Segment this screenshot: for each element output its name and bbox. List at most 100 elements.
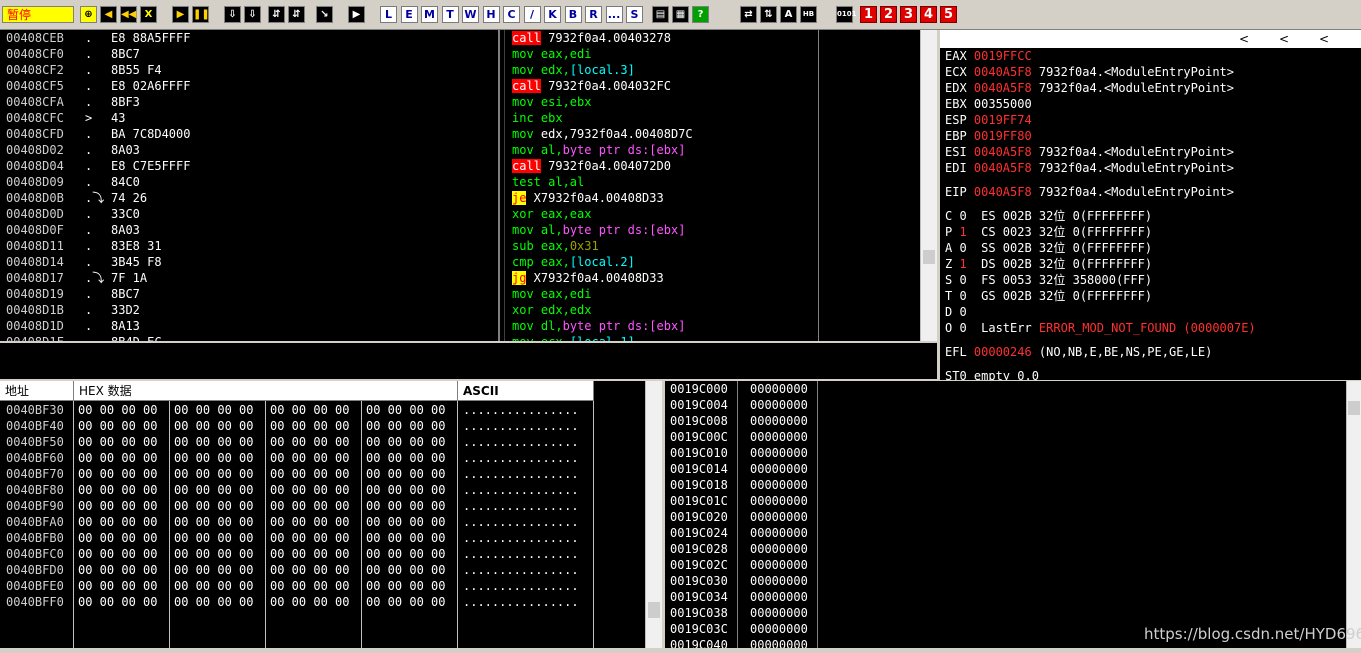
number-button[interactable]: 1: [860, 6, 877, 23]
register-line[interactable]: S 0 FS 0053 32位 358000(FFF): [945, 272, 1355, 288]
disassembly-line[interactable]: mov edx,[local.3]: [512, 62, 817, 78]
scroll-thumb[interactable]: [648, 602, 660, 618]
view-button[interactable]: H: [482, 6, 500, 23]
toolbar-button[interactable]: ⇩: [244, 6, 261, 23]
disassembly-token: call: [512, 159, 541, 173]
register-line[interactable]: EAX 0019FFCC: [945, 48, 1355, 64]
tool-button[interactable]: HB: [800, 6, 817, 23]
register-line[interactable]: EDX 0040A5F8 7932f0a4.<ModuleEntryPoint>: [945, 80, 1355, 96]
disassembly-line[interactable]: call 7932f0a4.00403278: [512, 30, 817, 46]
instruction-bytes: 33D2: [111, 303, 140, 317]
view-button[interactable]: E: [400, 6, 418, 23]
tool-button[interactable]: A: [780, 6, 797, 23]
column-header-ascii[interactable]: ASCII: [458, 381, 594, 401]
disassembly-line[interactable]: jg X7932f0a4.00408D33: [512, 270, 817, 286]
register-line[interactable]: D 0: [945, 304, 1355, 320]
disassembly-line[interactable]: mov al,byte ptr ds:[ebx]: [512, 222, 817, 238]
view-button[interactable]: L: [380, 6, 397, 23]
number-button[interactable]: 3: [900, 6, 917, 23]
register-line[interactable]: [945, 336, 1355, 344]
toolbar-button[interactable]: X: [140, 6, 157, 23]
view-button[interactable]: C: [503, 6, 520, 23]
disassembly-line[interactable]: call 7932f0a4.004032FC: [512, 78, 817, 94]
toolbar-button[interactable]: ▶: [348, 6, 365, 23]
register-line[interactable]: T 0 GS 002B 32位 0(FFFFFFFF): [945, 288, 1355, 304]
scroll-left-icon[interactable]: <: [1278, 30, 1290, 48]
column-header-address[interactable]: 地址: [0, 381, 74, 401]
register-line[interactable]: ST0 empty 0.0: [945, 368, 1355, 380]
number-button[interactable]: 4: [920, 6, 937, 23]
register-line[interactable]: A 0 SS 002B 32位 0(FFFFFFFF): [945, 240, 1355, 256]
scroll-thumb[interactable]: [923, 250, 935, 264]
tool-button[interactable]: 0101: [836, 6, 856, 23]
stack-scrollbar[interactable]: [1346, 381, 1361, 648]
tool-button[interactable]: ▤: [652, 6, 669, 23]
cpu-disassembly-pane[interactable]: 00408CEB 00408CF0 00408CF2 00408CF5 00408CFA…: [0, 30, 937, 341]
toolbar-button[interactable]: ⇩: [224, 6, 241, 23]
disassembly-line[interactable]: sub eax,0x31: [512, 238, 817, 254]
cpu-scrollbar[interactable]: [920, 30, 937, 341]
register-line[interactable]: ECX 0040A5F8 7932f0a4.<ModuleEntryPoint>: [945, 64, 1355, 80]
disassembly-line[interactable]: mov eax,edi: [512, 286, 817, 302]
register-line[interactable]: O 0 LastErr ERROR_MOD_NOT_FOUND (0000007…: [945, 320, 1355, 336]
toolbar-button[interactable]: ↘: [316, 6, 333, 23]
register-line[interactable]: ESI 0040A5F8 7932f0a4.<ModuleEntryPoint>: [945, 144, 1355, 160]
disassembly-line[interactable]: mov dl,byte ptr ds:[ebx]: [512, 318, 817, 334]
tool-button[interactable]: ⇅: [760, 6, 777, 23]
disassembly-line[interactable]: mov esi,ebx: [512, 94, 817, 110]
hex-dump-pane[interactable]: 地址 HEX 数据 ASCII 0040BF30 0040BF40 0040BF50…: [0, 381, 662, 648]
scroll-left-icon[interactable]: <: [1318, 30, 1330, 48]
register-line[interactable]: [945, 360, 1355, 368]
register-line[interactable]: [945, 200, 1355, 208]
register-line[interactable]: EFL 00000246 (NO,NB,E,BE,NS,PE,GE,LE): [945, 344, 1355, 360]
tool-button[interactable]: ?: [692, 6, 709, 23]
registers-pane[interactable]: 寄存器 (FPU) < < < EAX 0019FFCC ECX 0040A5F8…: [940, 30, 1361, 380]
disassembly-line[interactable]: cmp eax,[local.2]: [512, 254, 817, 270]
toolbar-button[interactable]: ⇵: [288, 6, 305, 23]
scroll-thumb[interactable]: [1348, 401, 1360, 415]
toolbar-button[interactable]: ⇵: [268, 6, 285, 23]
view-button[interactable]: M: [421, 6, 438, 23]
disassembly-line[interactable]: mov ecx,[local.1]: [512, 334, 817, 341]
toolbar-button[interactable]: ⊕: [80, 6, 97, 23]
disassembly-line[interactable]: call 7932f0a4.004072D0: [512, 158, 817, 174]
view-button[interactable]: /: [523, 6, 541, 23]
toolbar-button[interactable]: ◀: [100, 6, 117, 23]
view-button[interactable]: B: [564, 6, 582, 23]
disassembly-line[interactable]: xor eax,eax: [512, 206, 817, 222]
number-button[interactable]: 5: [940, 6, 957, 23]
view-button[interactable]: S: [626, 6, 643, 23]
disassembly-line[interactable]: mov eax,edi: [512, 46, 817, 62]
view-button[interactable]: ...: [605, 6, 623, 23]
dump-address: 0040BF60: [6, 451, 64, 465]
register-line[interactable]: P 1 CS 0023 32位 0(FFFFFFFF): [945, 224, 1355, 240]
disassembly-line[interactable]: je X7932f0a4.00408D33: [512, 190, 817, 206]
scroll-left-icon[interactable]: <: [1238, 30, 1250, 48]
disassembly-line[interactable]: test al,al: [512, 174, 817, 190]
column-header-hex[interactable]: HEX 数据: [74, 381, 458, 401]
tool-button[interactable]: ⇄: [740, 6, 757, 23]
stack-pane[interactable]: 0019C000 0019C004 0019C008 0019C00C 0019C010…: [665, 381, 1361, 648]
register-line[interactable]: C 0 ES 002B 32位 0(FFFFFFFF): [945, 208, 1355, 224]
register-line[interactable]: EBP 0019FF80: [945, 128, 1355, 144]
number-button[interactable]: 2: [880, 6, 897, 23]
view-button[interactable]: R: [585, 6, 602, 23]
disassembly-line[interactable]: mov al,byte ptr ds:[ebx]: [512, 142, 817, 158]
disassembly-line[interactable]: xor edx,edx: [512, 302, 817, 318]
toolbar-button[interactable]: ▶: [172, 6, 189, 23]
tool-button[interactable]: ▦: [672, 6, 689, 23]
view-button[interactable]: W: [462, 6, 479, 23]
toolbar-button[interactable]: ◀◀: [120, 6, 137, 23]
view-button[interactable]: K: [544, 6, 561, 23]
register-line[interactable]: EIP 0040A5F8 7932f0a4.<ModuleEntryPoint>: [945, 184, 1355, 200]
register-line[interactable]: EBX 00355000: [945, 96, 1355, 112]
toolbar-button[interactable]: ❚❚: [192, 6, 210, 23]
disassembly-line[interactable]: mov edx,7932f0a4.00408D7C: [512, 126, 817, 142]
register-line[interactable]: Z 1 DS 002B 32位 0(FFFFFFFF): [945, 256, 1355, 272]
dump-scrollbar[interactable]: [645, 381, 662, 648]
disassembly-line[interactable]: inc ebx: [512, 110, 817, 126]
register-line[interactable]: [945, 176, 1355, 184]
register-line[interactable]: EDI 0040A5F8 7932f0a4.<ModuleEntryPoint>: [945, 160, 1355, 176]
register-line[interactable]: ESP 0019FF74: [945, 112, 1355, 128]
view-button[interactable]: T: [441, 6, 459, 23]
